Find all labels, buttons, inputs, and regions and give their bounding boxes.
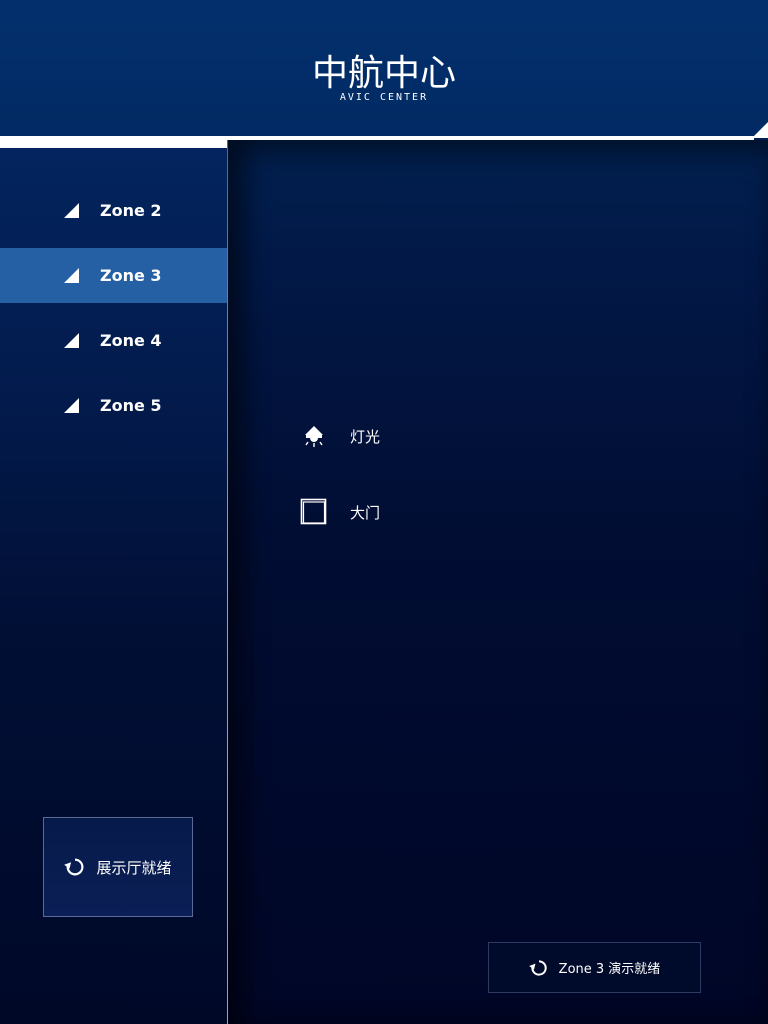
triangle-icon [64, 203, 79, 218]
light-label: 灯光 [350, 427, 381, 446]
sidebar-item-zone-2[interactable]: Zone 2 [0, 183, 227, 238]
gate-control[interactable]: 大门 [300, 498, 380, 526]
sidebar-item-zone-5[interactable]: Zone 5 [0, 378, 227, 433]
sidebar-item-label: Zone 3 [100, 266, 162, 285]
door-icon [300, 498, 328, 526]
header-corner-notch [752, 122, 768, 138]
app-screen: 中航中心 AVIC CENTER Zone 2 Zone 3 Zone 4 Zo… [0, 0, 768, 1024]
hall-ready-label: 展示厅就绪 [96, 858, 172, 877]
logo-main-text: 中航中心 [311, 53, 456, 94]
sidebar-item-label: Zone 5 [100, 396, 162, 415]
triangle-icon [64, 333, 79, 348]
gate-label: 大门 [350, 503, 381, 522]
header-bar: 中航中心 AVIC CENTER [0, 0, 768, 138]
lamp-icon [300, 422, 328, 450]
zone-ready-label: Zone 3 演示就绪 [558, 962, 661, 977]
sidebar-item-zone-3[interactable]: Zone 3 [0, 248, 227, 303]
refresh-icon [528, 959, 547, 976]
triangle-icon [64, 398, 79, 413]
main-control-panel [228, 140, 768, 1024]
sidebar-item-label: Zone 4 [100, 331, 162, 350]
sidebar-top-strip [0, 140, 227, 148]
refresh-icon [64, 858, 84, 876]
hall-ready-button[interactable]: 展示厅就绪 [43, 817, 193, 917]
triangle-icon [64, 268, 79, 283]
sidebar-item-zone-4[interactable]: Zone 4 [0, 313, 227, 368]
light-control[interactable]: 灯光 [300, 422, 380, 450]
sidebar-item-label: Zone 2 [100, 201, 162, 220]
avic-center-logo: 中航中心 AVIC CENTER [284, 54, 484, 104]
zone-ready-button[interactable]: Zone 3 演示就绪 [488, 942, 701, 993]
